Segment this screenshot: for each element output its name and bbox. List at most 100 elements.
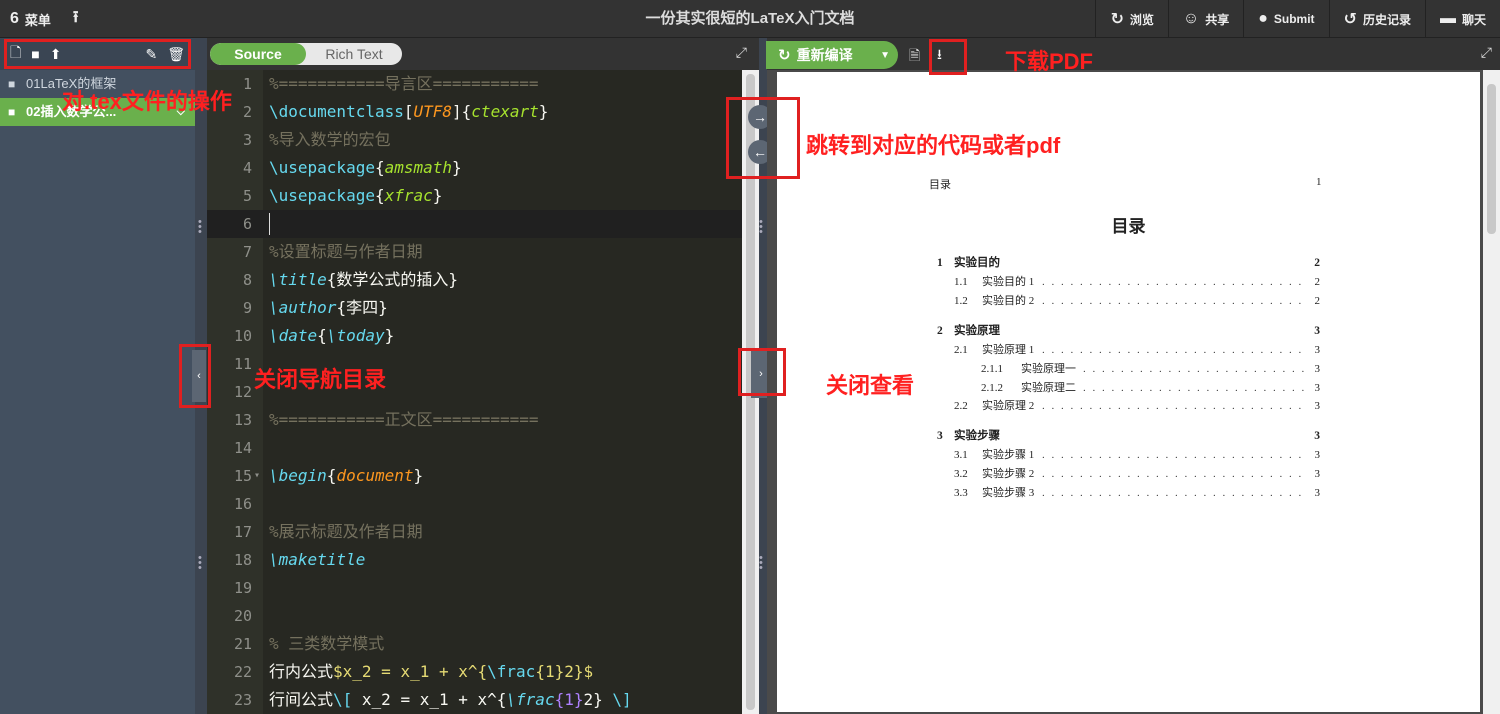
code-line[interactable]: 8 \title{数学公式的插入} <box>207 266 742 294</box>
code-line[interactable]: 1 %===========导言区=========== <box>207 70 742 98</box>
code-line[interactable]: 15 ▾ \begin{document} <box>207 462 742 490</box>
pdf-scrollbar[interactable] <box>1483 70 1500 714</box>
line-number: 4 <box>242 159 252 177</box>
code-line[interactable]: 3 %导入数学的宏包 <box>207 126 742 154</box>
annotation-box-file-ops <box>4 39 191 69</box>
menu-button[interactable]: 6 菜单 <box>10 10 51 29</box>
history-button[interactable]: ↺ 历史记录 <box>1328 0 1425 38</box>
recompile-button[interactable]: ↻ 重新编译 ▼ <box>766 41 898 69</box>
code-text: %展示标题及作者日期 <box>269 522 423 541</box>
splitter-grip-icon: • • • <box>759 216 763 238</box>
up-level-button[interactable]: ⭱ <box>73 6 79 33</box>
file-tree-sidebar: 🗋 ■ ⬆ ✎ 🗑 ■ 01LaTeX的框架 ■ 02插入数学公... ⌵ <box>0 38 195 714</box>
submit-button[interactable]: ● Submit <box>1243 0 1328 38</box>
toc-entry[interactable]: 1.2 实验目的 2 . . . . . . . . . . . . . . . .… <box>937 292 1320 311</box>
toc-entry[interactable]: 3.1 实验步骤 1 . . . . . . . . . . . . . . . .… <box>937 446 1320 465</box>
toc-entry[interactable]: 1.1 实验目的 1 . . . . . . . . . . . . . . . .… <box>937 273 1320 292</box>
expand-editor-icon[interactable]: ⤢ <box>736 44 747 61</box>
toc-title-text: 实验目的 <box>954 257 1000 269</box>
code-line[interactable]: 18 \maketitle <box>207 546 742 574</box>
code-text: % 三类数学模式 <box>269 634 385 653</box>
code-line[interactable]: 17 %展示标题及作者日期 <box>207 518 742 546</box>
toc-entry[interactable]: 2.1.1 实验原理一 . . . . . . . . . . . . . . . … <box>937 360 1320 379</box>
code-line[interactable]: 6 <box>207 210 742 238</box>
toc-entry[interactable]: 3 实验步骤 3 <box>937 427 1320 446</box>
line-number: 10 <box>233 327 252 345</box>
share-button[interactable]: ☺ 共享 <box>1167 0 1243 38</box>
source-mode-tab[interactable]: Source <box>210 43 306 65</box>
toc-entry[interactable]: 2 实验原理 3 <box>937 322 1320 341</box>
line-number: 16 <box>233 495 252 513</box>
toc-title-text: 实验原理一 <box>1021 363 1076 375</box>
code-text: \title{数学公式的插入} <box>269 270 459 289</box>
toc-page: 3 <box>1314 449 1321 461</box>
toc-number: 1.1 <box>954 276 968 288</box>
toc-page: 3 <box>1314 468 1321 480</box>
toc-number: 2 <box>937 325 943 337</box>
code-line[interactable]: 9 \author{李四} <box>207 294 742 322</box>
annotation-box-sync <box>726 97 800 179</box>
toc-title: 目录 <box>1111 217 1146 236</box>
code-line[interactable]: 19 <box>207 574 742 602</box>
chat-button[interactable]: ▬ 聊天 <box>1424 0 1500 38</box>
history-icon: ↺ <box>1343 11 1357 28</box>
code-text: %导入数学的宏包 <box>269 130 391 149</box>
overleaf-logo-icon: 6 <box>10 10 19 27</box>
line-number: 14 <box>233 439 252 457</box>
code-line[interactable]: 7 %设置标题与作者日期 <box>207 238 742 266</box>
toc-title-text: 实验步骤 <box>954 430 1000 442</box>
toc-title-text: 实验目的 2 <box>982 295 1035 307</box>
line-number: 17 <box>233 523 252 541</box>
line-number: 19 <box>233 579 252 597</box>
pdf-toolbar: ↻ 重新编译 ▼ 🗎 ⭳ ⤢ <box>766 38 1500 70</box>
line-number: 7 <box>242 243 252 261</box>
code-line[interactable]: 23 行间公式\[ x_2 = x_1 + x^{\frac{1}2} \] <box>207 686 742 714</box>
globe-icon: ● <box>1258 10 1268 27</box>
code-line[interactable]: 10 \date{\today} <box>207 322 742 350</box>
toc-entry[interactable]: 2.1.2 实验原理二 . . . . . . . . . . . . . . . … <box>937 379 1320 398</box>
refresh-icon: ↻ <box>778 47 791 64</box>
line-number: 9 <box>242 299 252 317</box>
toc-number: 2.1.1 <box>981 363 1003 375</box>
expand-pdf-icon[interactable]: ⤢ <box>1481 44 1492 61</box>
toc-entry[interactable]: 3.3 实验步骤 3 . . . . . . . . . . . . . . . .… <box>937 484 1320 503</box>
code-line[interactable]: 21 % 三类数学模式 <box>207 630 742 658</box>
toc-leader-dots: . . . . . . . . . . . . . . . . . . . . … <box>1042 344 1306 356</box>
toc-number: 1 <box>937 257 943 269</box>
code-line[interactable]: 20 <box>207 602 742 630</box>
text-cursor <box>269 213 270 235</box>
line-number: 6 <box>242 215 252 233</box>
toc-entry[interactable]: 1 实验目的 2 <box>937 254 1320 273</box>
review-button[interactable]: ↻ 浏览 <box>1095 0 1167 38</box>
review-label: 浏览 <box>1129 12 1154 27</box>
code-line[interactable]: 4 \usepackage{amsmath} <box>207 154 742 182</box>
code-line[interactable]: 5 \usepackage{xfrac} <box>207 182 742 210</box>
toc-leader-dots: . . . . . . . . . . . . . . . . . . . . … <box>1083 363 1306 375</box>
code-line[interactable]: 16 <box>207 490 742 518</box>
caret-down-icon[interactable]: ▼ <box>880 50 890 61</box>
code-line[interactable]: 22 行内公式$x_2 = x_1 + x^{\frac{1}2}$ <box>207 658 742 686</box>
code-line[interactable]: 14 <box>207 434 742 462</box>
code-text: 行内公式$x_2 = x_1 + x^{\frac{1}2}$ <box>269 662 594 681</box>
annotation-download-pdf: 下载PDF <box>1005 49 1094 74</box>
line-number: 20 <box>233 607 252 625</box>
line-number: 11 <box>233 355 252 373</box>
rich-text-mode-tab[interactable]: Rich Text <box>306 43 402 65</box>
annotation-box-close-view <box>738 348 786 396</box>
line-number: 18 <box>233 551 252 569</box>
toc-page: 2 <box>1314 276 1321 288</box>
code-line[interactable]: 13 %===========正文区=========== <box>207 406 742 434</box>
file-icon: ■ <box>8 105 16 119</box>
fold-toggle-icon[interactable]: ▾ <box>254 462 260 490</box>
pdf-scroll-thumb[interactable] <box>1487 84 1496 234</box>
toc-page: 3 <box>1314 363 1321 375</box>
code-line[interactable]: 2 \documentclass[UTF8]{ctexart} <box>207 98 742 126</box>
toc-title-text: 实验原理 <box>954 325 1000 337</box>
toc-leader-dots: . . . . . . . . . . . . . . . . . . . . … <box>1042 276 1306 288</box>
users-icon: ☺ <box>1182 10 1200 27</box>
page-header-left: 目录 <box>929 179 951 191</box>
toc-entry[interactable]: 2.1 实验原理 1 . . . . . . . . . . . . . . . .… <box>937 341 1320 360</box>
logs-icon[interactable]: 🗎 <box>909 45 920 69</box>
toc-entry[interactable]: 2.2 实验原理 2 . . . . . . . . . . . . . . . .… <box>937 397 1320 416</box>
toc-entry[interactable]: 3.2 实验步骤 2 . . . . . . . . . . . . . . . .… <box>937 465 1320 484</box>
